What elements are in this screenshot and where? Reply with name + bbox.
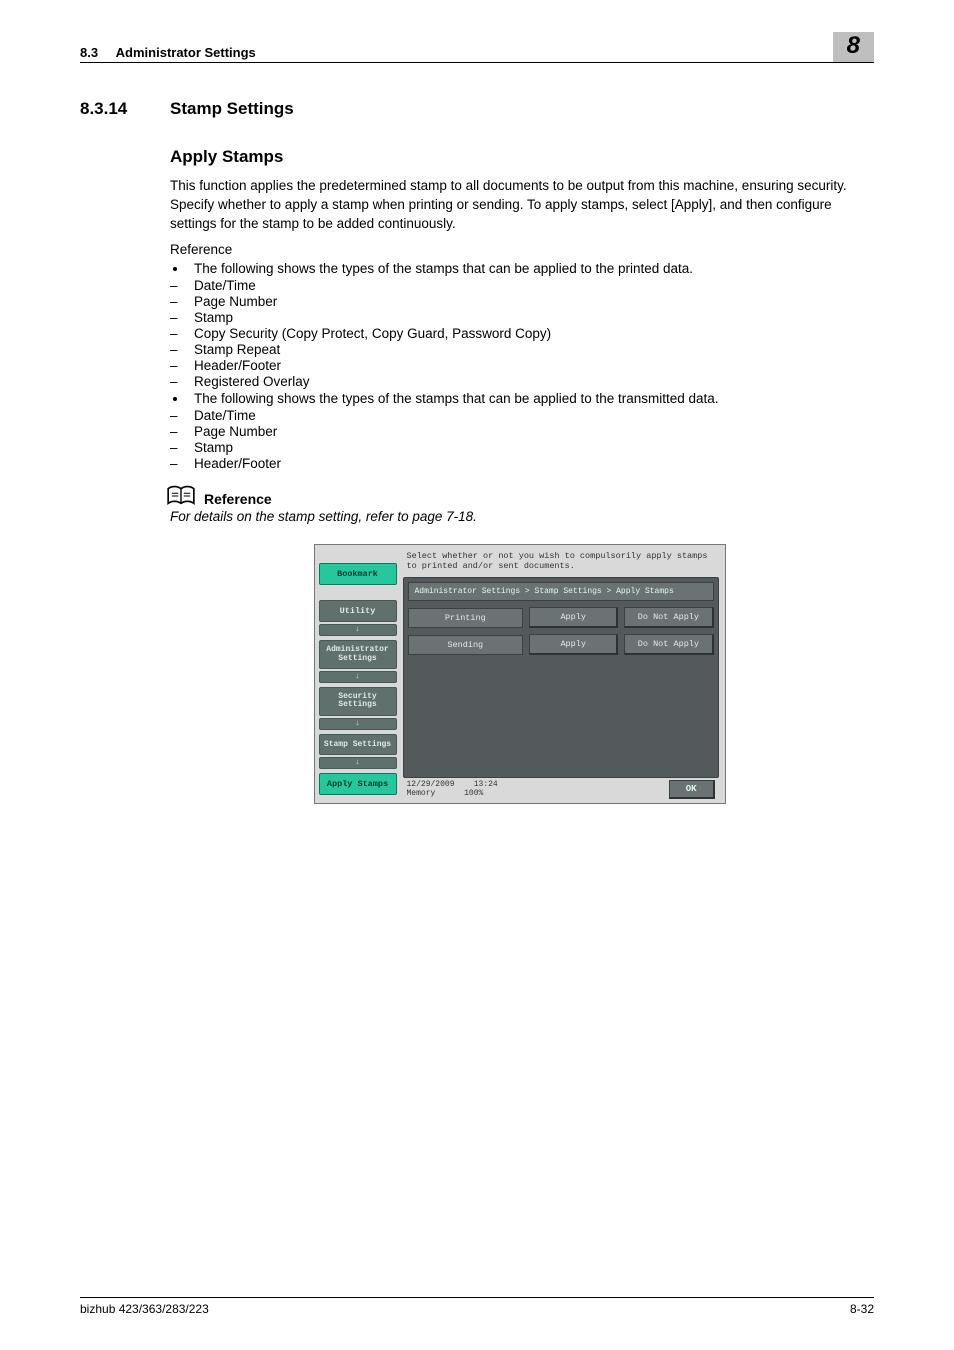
screen-footer: 12/29/2009 13:24 Memory 100% OK	[403, 778, 719, 799]
list-item: Header/Footer	[170, 358, 869, 373]
arrow-down-icon: ↓	[319, 757, 397, 769]
bullet-printed-intro: The following shows the types of the sta…	[188, 261, 869, 276]
footer-memory-label: Memory	[407, 789, 436, 798]
chapter-number-tab: 8	[833, 32, 874, 62]
apply-button[interactable]: Apply	[529, 607, 618, 628]
do-not-apply-button[interactable]: Do Not Apply	[624, 607, 713, 628]
list-item: Page Number	[170, 294, 869, 309]
list-item: Stamp Repeat	[170, 342, 869, 357]
option-row-printing: Printing Apply Do Not Apply	[408, 607, 714, 628]
reference-title: Reference	[204, 491, 272, 507]
list-item: Header/Footer	[170, 456, 869, 471]
stamp-settings-button[interactable]: Stamp Settings	[319, 734, 397, 755]
page-footer: bizhub 423/363/283/223 8-32	[80, 1297, 874, 1316]
footer-memory-value: 100%	[464, 789, 483, 798]
section-number: 8.3.14	[80, 99, 170, 119]
list-item: Date/Time	[170, 408, 869, 423]
list-item: Page Number	[170, 424, 869, 439]
header-section-no: 8.3	[80, 45, 98, 60]
reference-label: Reference	[170, 242, 869, 257]
footer-page-number: 8-32	[850, 1302, 874, 1316]
footer-date: 12/29/2009	[407, 780, 455, 789]
administrator-settings-button[interactable]: Administrator Settings	[319, 640, 397, 669]
embedded-machine-screenshot: Bookmark Utility ↓ Administrator Setting…	[314, 544, 726, 804]
bullet-transmitted-intro: The following shows the types of the sta…	[188, 391, 869, 406]
section-title: Stamp Settings	[170, 99, 294, 119]
book-icon	[166, 485, 196, 507]
option-label: Printing	[408, 608, 524, 628]
do-not-apply-button[interactable]: Do Not Apply	[624, 634, 713, 655]
ok-button[interactable]: OK	[669, 780, 715, 799]
option-row-sending: Sending Apply Do Not Apply	[408, 634, 714, 655]
apply-button[interactable]: Apply	[529, 634, 618, 655]
apply-stamps-button[interactable]: Apply Stamps	[319, 773, 397, 795]
breadcrumb: Administrator Settings > Stamp Settings …	[408, 582, 714, 601]
screen-instruction: Select whether or not you wish to compul…	[403, 549, 719, 577]
utility-button[interactable]: Utility	[319, 600, 397, 622]
footer-time: 13:24	[474, 780, 498, 789]
page-header: 8.3 Administrator Settings 8	[80, 32, 874, 63]
footer-model: bizhub 423/363/283/223	[80, 1302, 209, 1316]
arrow-down-icon: ↓	[319, 718, 397, 730]
list-item: Registered Overlay	[170, 374, 869, 389]
subheading-apply-stamps: Apply Stamps	[170, 147, 869, 167]
arrow-down-icon: ↓	[319, 624, 397, 636]
reference-callout: Reference	[166, 485, 869, 507]
intro-paragraph: This function applies the predetermined …	[170, 177, 869, 234]
list-item: Date/Time	[170, 278, 869, 293]
arrow-down-icon: ↓	[319, 671, 397, 683]
reference-text: For details on the stamp setting, refer …	[170, 509, 869, 524]
list-item: Stamp	[170, 440, 869, 455]
header-section-title: Administrator Settings	[116, 45, 256, 60]
bookmark-button[interactable]: Bookmark	[319, 563, 397, 585]
option-label: Sending	[408, 635, 524, 655]
list-item: Stamp	[170, 310, 869, 325]
section-heading: 8.3.14 Stamp Settings	[80, 99, 874, 119]
list-item: Copy Security (Copy Protect, Copy Guard,…	[170, 326, 869, 341]
security-settings-button[interactable]: Security Settings	[319, 687, 397, 716]
